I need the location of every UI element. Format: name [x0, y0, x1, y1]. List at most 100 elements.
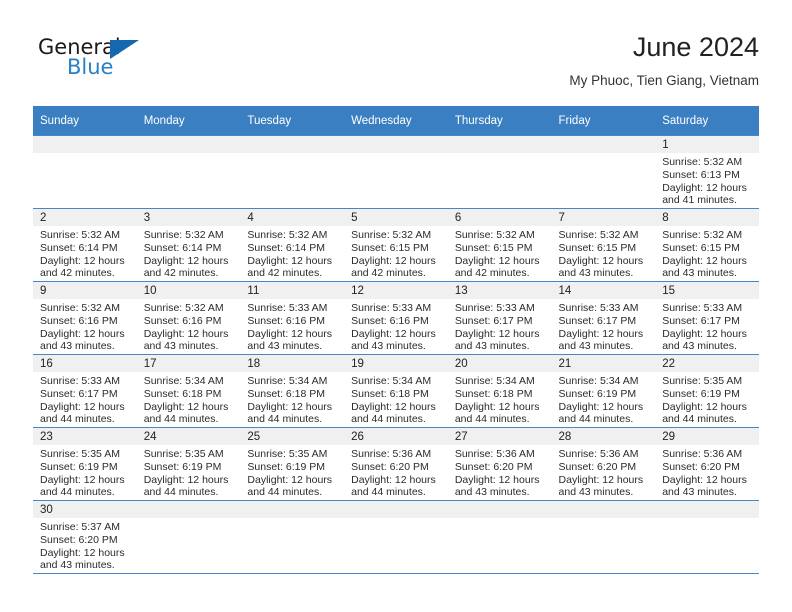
calendar-cell[interactable] — [136, 500, 241, 574]
calendar-cell[interactable]: 2 Sunrise: 5:32 AM Sunset: 6:14 PM Daylight… — [33, 208, 137, 282]
calendar-cell[interactable] — [447, 500, 552, 574]
day-number: 7 — [551, 209, 656, 226]
sunrise-time: Sunrise: 5:32 AM — [662, 156, 743, 168]
calendar-cell[interactable] — [551, 500, 656, 574]
daylight-duration-line1: Daylight: 12 hours — [558, 327, 644, 340]
calendar-cell[interactable] — [655, 500, 759, 574]
calendar-cell[interactable] — [447, 135, 552, 209]
weekday-header-saturday: Saturday — [655, 106, 759, 136]
page-subtitle: My Phuoc, Tien Giang, Vietnam — [569, 73, 759, 88]
calendar-cell[interactable] — [344, 500, 448, 574]
calendar-cell[interactable]: 6 Sunrise: 5:32 AM Sunset: 6:15 PM Daylight… — [447, 208, 552, 282]
weekday-header-friday: Friday — [551, 106, 656, 136]
calendar-cell[interactable]: 3 Sunrise: 5:32 AM Sunset: 6:14 PM Daylight… — [136, 208, 241, 282]
calendar-week-row: 30 Sunrise: 5:37 AM Sunset: 6:20 PM Dayligh… — [33, 500, 759, 574]
day-cell: 2 Sunrise: 5:32 AM Sunset: 6:14 PM Daylight… — [33, 209, 137, 281]
day-details: Sunrise: 5:33 AM Sunset: 6:17 PM Daylight:… — [552, 299, 656, 353]
calendar-cell[interactable]: 21 Sunrise: 5:34 AM Sunset: 6:19 PM Dayligh… — [551, 354, 656, 428]
day-details: Sunrise: 5:35 AM Sunset: 6:19 PM Daylight:… — [137, 445, 241, 499]
day-details: Sunrise: 5:33 AM Sunset: 6:16 PM Daylight:… — [240, 299, 344, 353]
day-cell: 1 Sunrise: 5:32 AM Sunset: 6:13 PM Daylight… — [655, 136, 759, 208]
day-details: Sunrise: 5:36 AM Sunset: 6:20 PM Daylight:… — [655, 445, 759, 499]
calendar-cell[interactable] — [33, 135, 137, 209]
sunset-time: Sunset: 6:18 PM — [247, 387, 326, 400]
calendar-cell[interactable]: 19 Sunrise: 5:34 AM Sunset: 6:18 PM Dayligh… — [344, 354, 448, 428]
daylight-duration-line2: and 43 minutes. — [662, 267, 737, 280]
calendar-cell[interactable]: 12 Sunrise: 5:33 AM Sunset: 6:16 PM Dayligh… — [344, 281, 448, 355]
calendar-cell[interactable]: 29 Sunrise: 5:36 AM Sunset: 6:20 PM Dayligh… — [655, 427, 759, 501]
sunrise-time: Sunrise: 5:34 AM — [247, 375, 328, 387]
calendar-cell[interactable]: 16 Sunrise: 5:33 AM Sunset: 6:17 PM Dayligh… — [33, 354, 137, 428]
day-number: 4 — [240, 209, 345, 226]
calendar-cell[interactable]: 11 Sunrise: 5:33 AM Sunset: 6:16 PM Dayligh… — [240, 281, 345, 355]
calendar-cell[interactable]: 28 Sunrise: 5:36 AM Sunset: 6:20 PM Dayligh… — [551, 427, 656, 501]
calendar-cell[interactable]: 24 Sunrise: 5:35 AM Sunset: 6:19 PM Dayligh… — [136, 427, 241, 501]
day-cell: 30 Sunrise: 5:37 AM Sunset: 6:20 PM Dayligh… — [33, 501, 137, 573]
sunrise-time: Sunrise: 5:32 AM — [40, 229, 120, 241]
general-blue-logo[interactable]: General Blue — [38, 36, 218, 92]
day-cell: 13 Sunrise: 5:33 AM Sunset: 6:17 PM Dayligh… — [447, 282, 552, 354]
calendar-cell[interactable]: 25 Sunrise: 5:35 AM Sunset: 6:19 PM Dayligh… — [240, 427, 345, 501]
calendar-grid: Sunday Monday Tuesday Wednesday Thursday… — [33, 106, 759, 574]
calendar-cell[interactable]: 5 Sunrise: 5:32 AM Sunset: 6:15 PM Daylight… — [344, 208, 448, 282]
sunset-time: Sunset: 6:18 PM — [351, 387, 429, 400]
day-details: Sunrise: 5:32 AM Sunset: 6:14 PM Daylight:… — [240, 226, 344, 280]
sunset-time: Sunset: 6:17 PM — [454, 314, 533, 327]
sunset-time: Sunset: 6:14 PM — [40, 241, 118, 254]
calendar-cell[interactable]: 14 Sunrise: 5:33 AM Sunset: 6:17 PM Dayligh… — [551, 281, 656, 355]
sunset-time: Sunset: 6:19 PM — [247, 460, 326, 473]
sunrise-time: Sunrise: 5:33 AM — [454, 302, 535, 314]
calendar-cell[interactable]: 17 Sunrise: 5:34 AM Sunset: 6:18 PM Dayligh… — [136, 354, 241, 428]
calendar-cell[interactable]: 20 Sunrise: 5:34 AM Sunset: 6:18 PM Dayligh… — [447, 354, 552, 428]
daylight-duration-line1: Daylight: 12 hours — [247, 254, 333, 267]
calendar-cell[interactable]: 26 Sunrise: 5:36 AM Sunset: 6:20 PM Dayligh… — [344, 427, 448, 501]
day-cell-empty — [447, 501, 552, 573]
calendar-cell[interactable]: 13 Sunrise: 5:33 AM Sunset: 6:17 PM Dayligh… — [447, 281, 552, 355]
calendar-cell[interactable]: 9 Sunrise: 5:32 AM Sunset: 6:16 PM Daylight… — [33, 281, 137, 355]
day-cell: 8 Sunrise: 5:32 AM Sunset: 6:15 PM Daylight… — [655, 209, 759, 281]
day-number: 14 — [551, 282, 656, 299]
daylight-duration-line1: Daylight: 12 hours — [247, 400, 333, 413]
calendar-cell[interactable]: 22 Sunrise: 5:35 AM Sunset: 6:19 PM Dayligh… — [655, 354, 759, 428]
calendar-cell[interactable] — [136, 135, 241, 209]
daylight-duration-line1: Daylight: 12 hours — [351, 254, 436, 267]
calendar-cell[interactable] — [240, 135, 345, 209]
daylight-duration-line2: and 43 minutes. — [247, 340, 323, 353]
daylight-duration-line2: and 41 minutes. — [662, 194, 737, 207]
daylight-duration-line2: and 42 minutes. — [247, 267, 323, 280]
day-cell: 25 Sunrise: 5:35 AM Sunset: 6:19 PM Dayligh… — [240, 428, 345, 500]
daylight-duration-line2: and 44 minutes. — [143, 413, 219, 426]
day-number: 18 — [240, 355, 345, 372]
day-cell: 27 Sunrise: 5:36 AM Sunset: 6:20 PM Dayligh… — [447, 428, 552, 500]
calendar-cell[interactable]: 7 Sunrise: 5:32 AM Sunset: 6:15 PM Daylight… — [551, 208, 656, 282]
day-cell: 22 Sunrise: 5:35 AM Sunset: 6:19 PM Dayligh… — [655, 355, 759, 427]
day-cell: 17 Sunrise: 5:34 AM Sunset: 6:18 PM Dayligh… — [136, 355, 241, 427]
calendar-cell[interactable]: 1 Sunrise: 5:32 AM Sunset: 6:13 PM Daylight… — [655, 135, 759, 209]
calendar-cell[interactable] — [551, 135, 656, 209]
daylight-duration-line2: and 43 minutes. — [662, 486, 737, 499]
calendar-cell[interactable]: 15 Sunrise: 5:33 AM Sunset: 6:17 PM Dayligh… — [655, 281, 759, 355]
calendar-cell[interactable]: 18 Sunrise: 5:34 AM Sunset: 6:18 PM Dayligh… — [240, 354, 345, 428]
day-details: Sunrise: 5:34 AM Sunset: 6:18 PM Daylight:… — [344, 372, 448, 426]
calendar-cell[interactable]: 27 Sunrise: 5:36 AM Sunset: 6:20 PM Dayligh… — [447, 427, 552, 501]
calendar-cell[interactable] — [344, 135, 448, 209]
day-cell: 4 Sunrise: 5:32 AM Sunset: 6:14 PM Daylight… — [240, 209, 345, 281]
day-details: Sunrise: 5:35 AM Sunset: 6:19 PM Daylight:… — [33, 445, 137, 499]
day-number: 21 — [551, 355, 656, 372]
day-cell: 5 Sunrise: 5:32 AM Sunset: 6:15 PM Daylight… — [344, 209, 448, 281]
day-cell: 12 Sunrise: 5:33 AM Sunset: 6:16 PM Dayligh… — [344, 282, 448, 354]
day-cell-empty — [551, 501, 656, 573]
sunset-time: Sunset: 6:20 PM — [558, 460, 637, 473]
day-number: 9 — [33, 282, 137, 299]
calendar-cell[interactable]: 8 Sunrise: 5:32 AM Sunset: 6:15 PM Daylight… — [655, 208, 759, 282]
calendar-cell[interactable]: 10 Sunrise: 5:32 AM Sunset: 6:16 PM Dayligh… — [136, 281, 241, 355]
daylight-duration-line2: and 43 minutes. — [40, 340, 115, 353]
sunset-time: Sunset: 6:19 PM — [143, 460, 222, 473]
calendar-cell[interactable]: 4 Sunrise: 5:32 AM Sunset: 6:14 PM Daylight… — [240, 208, 345, 282]
calendar-cell[interactable]: 30 Sunrise: 5:37 AM Sunset: 6:20 PM Dayligh… — [33, 500, 137, 574]
calendar-cell[interactable]: 23 Sunrise: 5:35 AM Sunset: 6:19 PM Dayligh… — [33, 427, 137, 501]
day-details: Sunrise: 5:33 AM Sunset: 6:17 PM Daylight:… — [33, 372, 137, 426]
day-cell-empty — [655, 501, 759, 573]
calendar-cell[interactable] — [240, 500, 345, 574]
day-number — [551, 136, 656, 153]
